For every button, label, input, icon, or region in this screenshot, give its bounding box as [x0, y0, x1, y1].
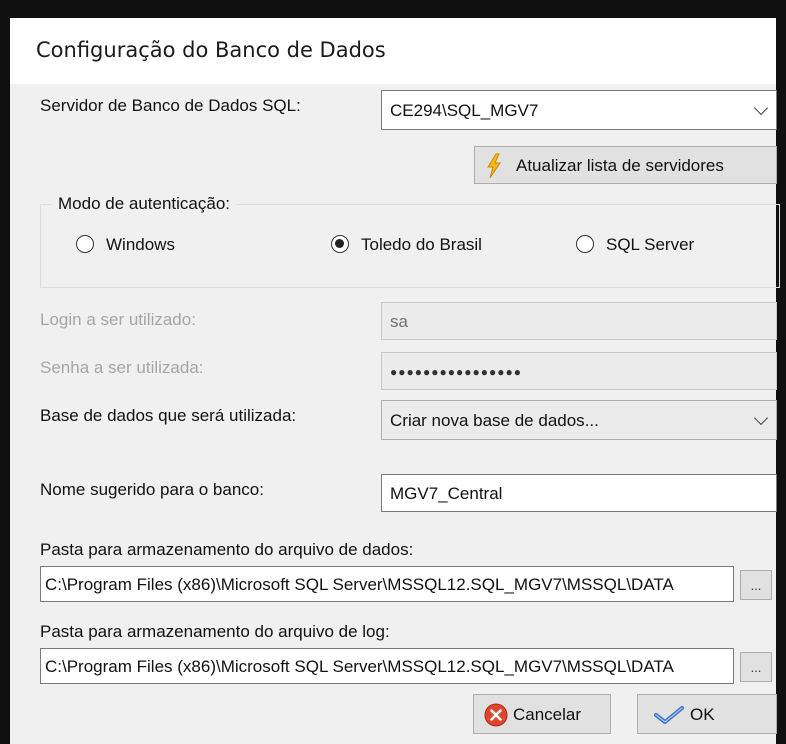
database-label: Base de dados que será utilizada:	[40, 406, 297, 425]
cancel-button[interactable]: Cancelar	[473, 694, 611, 734]
password-label: Senha a ser utilizada:	[40, 358, 204, 377]
password-value: ●●●●●●●●●●●●●●●●	[390, 365, 522, 379]
auth-group-title: Modo de autenticação:	[52, 194, 237, 214]
db-name-label: Nome sugerido para o banco:	[40, 480, 264, 499]
window-frame-top	[0, 0, 786, 18]
log-folder-browse-button[interactable]: ...	[740, 652, 772, 682]
login-field[interactable]: sa	[381, 302, 777, 340]
ok-label: OK	[690, 705, 715, 724]
database-combobox[interactable]: Criar nova base de dados...	[381, 400, 777, 440]
server-value: CE294\SQL_MGV7	[390, 101, 539, 120]
database-value: Criar nova base de dados...	[390, 411, 599, 430]
cancel-label: Cancelar	[513, 705, 582, 724]
log-folder-field[interactable]: C:\Program Files (x86)\Microsoft SQL Ser…	[40, 648, 734, 684]
login-value: sa	[390, 312, 408, 331]
password-field[interactable]: ●●●●●●●●●●●●●●●●	[381, 352, 777, 390]
log-folder-label: Pasta para armazenamento do arquivo de l…	[40, 622, 390, 641]
lightning-icon	[487, 153, 501, 179]
data-folder-browse-button[interactable]: ...	[740, 570, 772, 600]
chevron-down-icon[interactable]	[753, 100, 769, 116]
log-folder-value: C:\Program Files (x86)\Microsoft SQL Ser…	[45, 657, 674, 676]
data-folder-field[interactable]: C:\Program Files (x86)\Microsoft SQL Ser…	[40, 566, 734, 602]
radio-selected-dot	[335, 239, 344, 248]
chevron-down-icon[interactable]	[753, 410, 769, 426]
cancel-icon	[484, 703, 508, 727]
window-frame-right	[776, 0, 786, 744]
radio-windows-label[interactable]: Windows	[106, 235, 175, 255]
ok-button[interactable]: OK	[637, 694, 777, 734]
data-folder-label: Pasta para armazenamento do arquivo de d…	[40, 540, 414, 559]
dialog-titlebar: Configuração do Banco de Dados	[10, 18, 776, 84]
window-frame-left	[0, 0, 10, 744]
refresh-servers-label: Atualizar lista de servidores	[516, 156, 724, 175]
radio-sql-server[interactable]	[576, 235, 594, 253]
radio-toledo-label[interactable]: Toledo do Brasil	[361, 235, 482, 255]
checkmark-icon	[654, 706, 684, 724]
dialog-client-area: Servidor de Banco de Dados SQL: CE294\SQ…	[10, 84, 780, 744]
radio-toledo[interactable]	[331, 235, 349, 253]
refresh-servers-button[interactable]: Atualizar lista de servidores	[474, 146, 777, 184]
radio-sql-server-label[interactable]: SQL Server	[606, 235, 694, 255]
login-label: Login a ser utilizado:	[40, 310, 196, 329]
radio-windows[interactable]	[76, 235, 94, 253]
server-combobox[interactable]: CE294\SQL_MGV7	[381, 90, 777, 130]
db-name-value: MGV7_Central	[390, 484, 503, 503]
server-label: Servidor de Banco de Dados SQL:	[40, 96, 301, 115]
data-folder-value: C:\Program Files (x86)\Microsoft SQL Ser…	[45, 575, 674, 594]
dialog-title: Configuração do Banco de Dados	[36, 38, 386, 62]
db-name-field[interactable]: MGV7_Central	[381, 474, 777, 512]
